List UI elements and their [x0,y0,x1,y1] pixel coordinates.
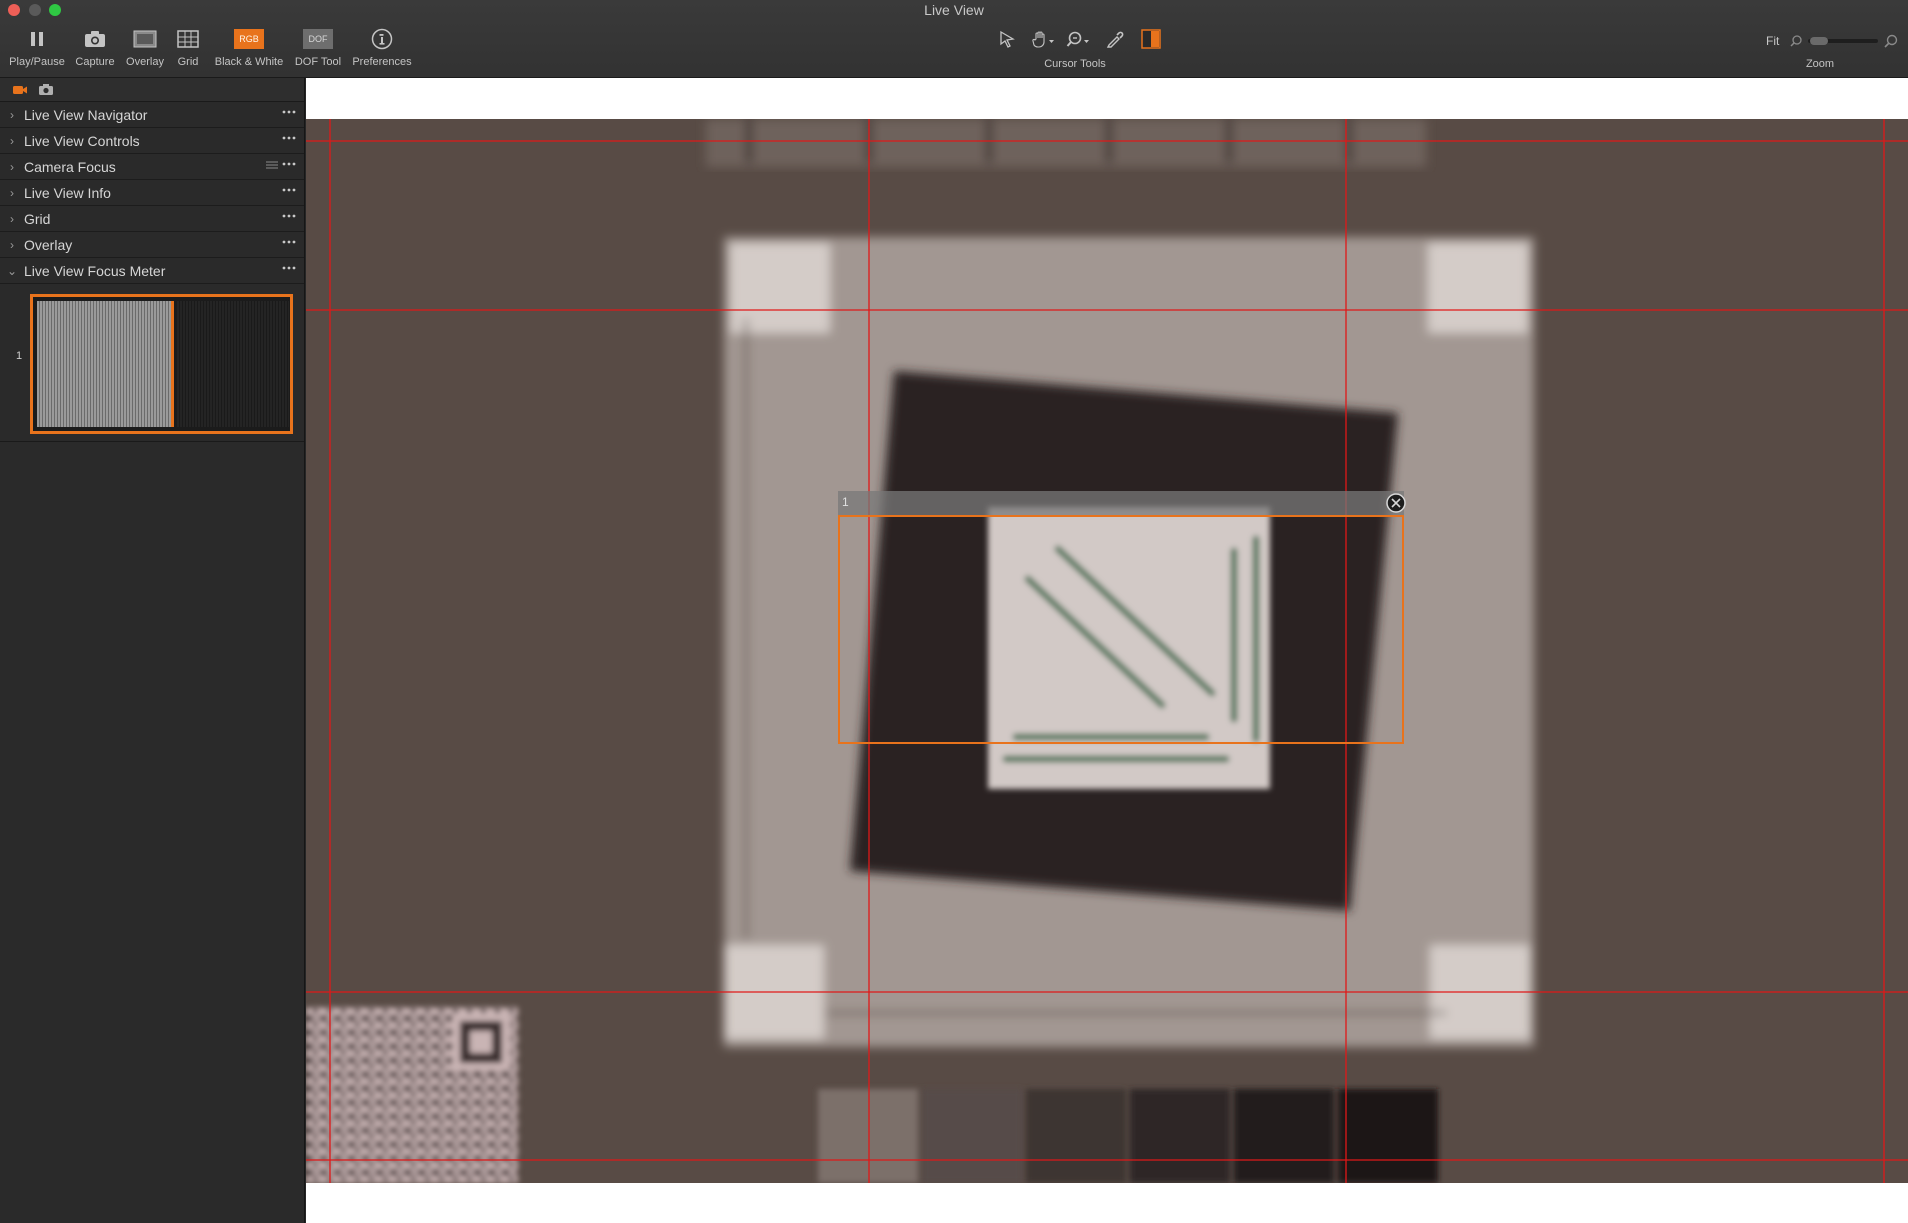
more-options-icon[interactable] [282,187,296,193]
select-cursor-button[interactable] [992,28,1022,50]
dof-icon: DOF [303,26,333,52]
zoom-out-icon [1790,35,1802,47]
cursor-tools-label: Cursor Tools [1044,58,1106,70]
sidebar-item-live-view-navigator[interactable]: › Live View Navigator [0,102,304,128]
drag-handle-icon[interactable] [266,161,278,169]
focus-box-label: 1 [842,495,849,509]
cursor-tools-group [992,28,1166,50]
chevron-right-icon: › [10,185,14,200]
camera-icon [84,26,106,52]
top-scale-strip [706,119,1426,167]
toolbar: Live View Play/Pause Capture Overlay Gri… [0,0,1908,78]
close-icon [1386,493,1406,513]
dof-tool-label: DOF Tool [294,56,342,68]
hand-icon [1032,31,1054,48]
chevron-right-icon: › [10,107,14,122]
sidebar-item-overlay[interactable]: › Overlay [0,232,304,258]
video-camera-icon[interactable] [12,84,28,96]
focus-meter-bars [37,301,171,427]
pause-icon [29,26,45,52]
sidebar-tabs [0,78,304,102]
play-pause-label: Play/Pause [9,56,65,68]
zoom-fit-button[interactable]: Fit [1766,34,1779,48]
tool-sidebar: › Live View Navigator › Live View Contro… [0,78,305,1223]
more-options-icon[interactable] [282,213,296,219]
sidebar-item-label: Live View Focus Meter [24,262,166,279]
more-options-icon[interactable] [282,239,296,245]
focus-box-close-button[interactable] [1386,493,1406,513]
info-icon [371,26,393,52]
overlay-icon [133,26,157,52]
sidebar-item-live-view-controls[interactable]: › Live View Controls [0,128,304,154]
focus-meter-cursor-button[interactable] [1136,28,1166,50]
live-view-image: 1 [306,119,1908,1183]
magnifier-icon [1066,31,1089,47]
more-options-icon[interactable] [282,265,296,271]
sidebar-item-camera-focus[interactable]: › Camera Focus [0,154,304,180]
chevron-right-icon: › [10,159,14,174]
grid-icon [177,26,199,52]
dof-tool-button[interactable]: DOF DOF Tool [294,26,342,68]
sidebar-item-live-view-info[interactable]: › Live View Info [0,180,304,206]
zoom-slider[interactable] [1790,34,1900,48]
qr-code [306,1007,518,1183]
overlay-label: Overlay [126,56,164,68]
chevron-right-icon: › [10,211,14,226]
sidebar-item-label: Live View Navigator [24,106,148,123]
black-white-button[interactable]: RGB Black & White [210,26,288,68]
zoom-thumb[interactable] [1810,37,1828,45]
still-camera-icon[interactable] [38,83,54,96]
sidebar-item-label: Overlay [24,236,73,253]
sidebar-item-label: Live View Controls [24,132,140,149]
zoom-in-icon [1884,34,1898,48]
black-white-label: Black & White [214,56,284,68]
grid-button[interactable]: Grid [172,26,204,68]
sidebar-item-grid[interactable]: › Grid [0,206,304,232]
chevron-down-icon: ⌄ [6,263,18,278]
pan-cursor-button[interactable] [1028,28,1058,50]
focus-meter-panel: 1 [0,284,304,442]
sidebar-item-label: Grid [24,210,51,227]
focus-box[interactable] [838,515,1404,744]
zoom-cursor-button[interactable] [1064,28,1094,50]
chevron-right-icon: › [10,237,14,252]
more-options-icon[interactable] [282,135,296,141]
sidebar-item-label: Live View Info [24,184,111,201]
live-view-canvas[interactable]: 1 [306,78,1908,1223]
eyedropper-icon [1106,31,1124,48]
preferences-button[interactable]: Preferences [350,26,414,68]
capture-label: Capture [75,56,115,68]
sidebar-item-live-view-focus-meter[interactable]: ⌄ Live View Focus Meter [0,258,304,284]
overlay-button[interactable]: Overlay [122,26,168,68]
focus-box-header[interactable]: 1 [838,491,1406,515]
focus-meter-icon [1141,29,1161,49]
focus-meter-graph[interactable] [30,294,293,434]
more-options-icon[interactable] [282,161,296,167]
zoom-track[interactable] [1808,37,1878,45]
zoom-label: Zoom [1805,58,1835,70]
arrow-pointer-icon [1000,30,1015,48]
focus-meter-peak-marker [171,301,174,427]
sidebar-item-label: Camera Focus [24,158,116,175]
grid-label: Grid [177,56,199,68]
capture-button[interactable]: Capture [72,26,118,68]
more-options-icon[interactable] [282,109,296,115]
play-pause-button[interactable]: Play/Pause [8,26,66,68]
preferences-label: Preferences [352,56,412,68]
chevron-right-icon: › [10,133,14,148]
rgb-icon: RGB [234,26,264,52]
picker-cursor-button[interactable] [1100,28,1130,50]
focus-meter-remaining [177,301,289,427]
window-title: Live View [924,2,984,18]
focus-meter-index: 1 [16,350,23,362]
live-view-window: Live View Play/Pause Capture Overlay Gri… [0,0,1908,1223]
